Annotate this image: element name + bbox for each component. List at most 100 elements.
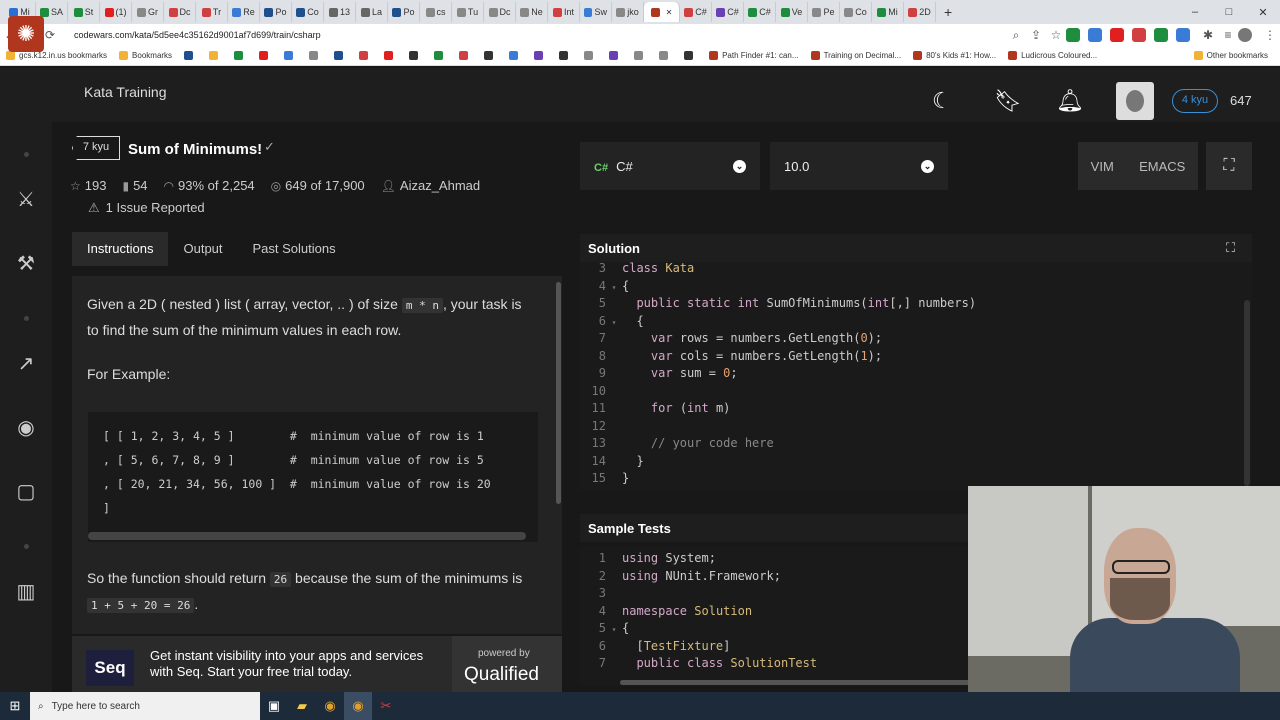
qualified-logo[interactable]: Qualified xyxy=(464,664,539,686)
codewars-logo-icon[interactable]: ✺ xyxy=(8,16,44,52)
training-icon[interactable]: ⚔ xyxy=(14,188,38,212)
fold-arrow-icon[interactable]: ▾ xyxy=(606,314,622,332)
windows-start-icon[interactable]: ⊞ xyxy=(0,698,30,714)
bookmark-item[interactable] xyxy=(559,51,572,60)
bookmark-item[interactable] xyxy=(534,51,547,60)
fullscreen-icon[interactable]: ⛶ xyxy=(1206,142,1252,190)
code-line[interactable]: 3 xyxy=(580,585,970,603)
browser-tab[interactable]: Co xyxy=(292,2,324,22)
discuss-icon[interactable]: ▢ xyxy=(14,480,38,504)
example-horizontal-scrollbar[interactable] xyxy=(88,532,526,540)
browser-tab[interactable]: Sw xyxy=(580,2,612,22)
code-line[interactable]: 5 public static int SumOfMinimums(int[,]… xyxy=(580,295,1252,313)
snipping-tool-icon[interactable]: ✂ xyxy=(372,692,400,720)
bookmark-item[interactable] xyxy=(584,51,597,60)
fold-arrow-icon[interactable]: ▾ xyxy=(606,279,622,297)
code-line[interactable]: 5 ▾{ xyxy=(580,620,970,638)
browser-tab[interactable]: jko xyxy=(612,2,644,22)
author-stat[interactable]: 👤︎ Aizaz_Ahmad xyxy=(381,178,480,193)
share-icon[interactable]: ⇪ xyxy=(1026,28,1046,42)
browser-tab[interactable]: Mi xyxy=(872,2,904,22)
browser-tab[interactable]: Tr xyxy=(196,2,228,22)
browser-tab[interactable]: Int xyxy=(548,2,580,22)
chrome-icon[interactable]: ◉ xyxy=(316,692,344,720)
code-line[interactable]: 6 [TestFixture] xyxy=(580,638,970,656)
bookmark-item[interactable] xyxy=(184,51,197,60)
browser-tab[interactable]: Ve xyxy=(776,2,808,22)
bookmark-item[interactable]: Path Finder #1: can... xyxy=(709,51,799,60)
vim-button[interactable]: VIM xyxy=(1091,159,1114,174)
notifications-bell-icon[interactable]: 🔔︎ xyxy=(1056,88,1084,114)
tab-instructions[interactable]: Instructions xyxy=(72,232,169,266)
issues-reported[interactable]: ⚠ 1 Issue Reported xyxy=(88,200,205,216)
bookmark-item[interactable]: 80's Kids #1: How... xyxy=(913,51,996,60)
code-line[interactable]: 14 } xyxy=(580,453,1252,471)
bookmark-item[interactable] xyxy=(509,51,522,60)
bookmark-item[interactable] xyxy=(459,51,472,60)
bookmark-item[interactable] xyxy=(309,51,322,60)
browser-tab[interactable]: cs xyxy=(420,2,452,22)
bookmark-icon[interactable]: 🔖︎ xyxy=(994,88,1022,114)
bookmark-item[interactable] xyxy=(209,51,222,60)
tests-horizontal-scrollbar[interactable] xyxy=(620,680,970,685)
code-line[interactable]: 4 ▾{ xyxy=(580,278,1252,296)
code-line[interactable]: 2 using NUnit.Framework; xyxy=(580,568,970,586)
bookmark-item[interactable] xyxy=(384,51,397,60)
browser-tab[interactable]: 2D xyxy=(904,2,936,22)
extension-icon[interactable] xyxy=(1176,28,1190,42)
leaderboard-icon[interactable]: ↗ xyxy=(14,352,38,376)
browser-tab[interactable]: Pe xyxy=(808,2,840,22)
ad-text[interactable]: Get instant visibility into your apps an… xyxy=(150,648,440,680)
close-window-icon[interactable]: ✕ xyxy=(1246,6,1280,19)
code-line[interactable]: 8 var cols = numbers.GetLength(1); xyxy=(580,348,1252,366)
extension-icon[interactable] xyxy=(1110,28,1124,42)
extensions-puzzle-icon[interactable]: ✱ xyxy=(1198,28,1218,42)
profile-avatar-icon[interactable] xyxy=(1238,28,1252,42)
fold-arrow-icon[interactable]: ▾ xyxy=(606,621,622,639)
browser-tab[interactable]: C# xyxy=(712,2,744,22)
browser-tab[interactable]: Gr xyxy=(132,2,164,22)
chrome-icon[interactable]: ◉ xyxy=(344,692,372,720)
browser-tab[interactable]: Dc xyxy=(164,2,196,22)
code-line[interactable]: 3 class Kata xyxy=(580,262,1252,278)
solution-scrollbar[interactable] xyxy=(1244,300,1250,486)
code-line[interactable]: 12 xyxy=(580,418,1252,436)
code-line[interactable]: 7 var rows = numbers.GetLength(0); xyxy=(580,330,1252,348)
practice-icon[interactable]: ⚒ xyxy=(14,252,38,276)
extension-icon[interactable] xyxy=(1088,28,1102,42)
extension-icon[interactable] xyxy=(1132,28,1146,42)
discord-icon[interactable]: ◉ xyxy=(14,416,38,440)
minimize-icon[interactable]: – xyxy=(1178,6,1212,18)
browser-tab[interactable]: Po xyxy=(260,2,292,22)
code-line[interactable]: 15} xyxy=(580,470,1252,488)
docs-book-icon[interactable]: ▥ xyxy=(14,580,38,604)
language-select[interactable]: C# C# ⌄ xyxy=(580,142,760,190)
bookmark-item[interactable] xyxy=(434,51,447,60)
url-field[interactable]: codewars.com/kata/5d5ee4c35162d9001af7d6… xyxy=(74,30,934,40)
code-line[interactable]: 10 xyxy=(580,383,1252,401)
bookmark-item[interactable] xyxy=(259,51,272,60)
browser-tab[interactable]: (1) xyxy=(100,2,132,22)
tab-past-solutions[interactable]: Past Solutions xyxy=(238,232,351,266)
new-tab-button[interactable]: + xyxy=(944,4,952,20)
expand-icon[interactable]: ⛶ xyxy=(1226,240,1235,256)
bookmark-item[interactable] xyxy=(284,51,297,60)
instructions-scrollbar[interactable] xyxy=(556,282,561,504)
bookmark-item[interactable] xyxy=(634,51,647,60)
browser-tab[interactable]: Dc xyxy=(484,2,516,22)
extension-icon[interactable] xyxy=(1154,28,1168,42)
version-select[interactable]: 10.0 ⌄ xyxy=(770,142,948,190)
extension-icon[interactable] xyxy=(1066,28,1080,42)
user-avatar[interactable] xyxy=(1116,82,1154,120)
bookmark-item[interactable]: Other bookmarks xyxy=(1193,51,1268,60)
file-explorer-icon[interactable]: ▰ xyxy=(288,692,316,720)
maximize-icon[interactable]: □ xyxy=(1212,6,1246,18)
code-line[interactable]: 7 public class SolutionTest xyxy=(580,655,970,673)
emacs-button[interactable]: EMACS xyxy=(1139,159,1185,174)
browser-tab[interactable]: ✕ xyxy=(644,2,680,22)
bookmark-item[interactable] xyxy=(359,51,372,60)
tab-output[interactable]: Output xyxy=(168,232,237,266)
browser-tab[interactable]: La xyxy=(356,2,388,22)
task-view-icon[interactable]: ▣ xyxy=(260,692,288,720)
sample-tests-editor[interactable]: 1 using System; 2 using NUnit.Framework; 3 4 n… xyxy=(580,546,970,686)
